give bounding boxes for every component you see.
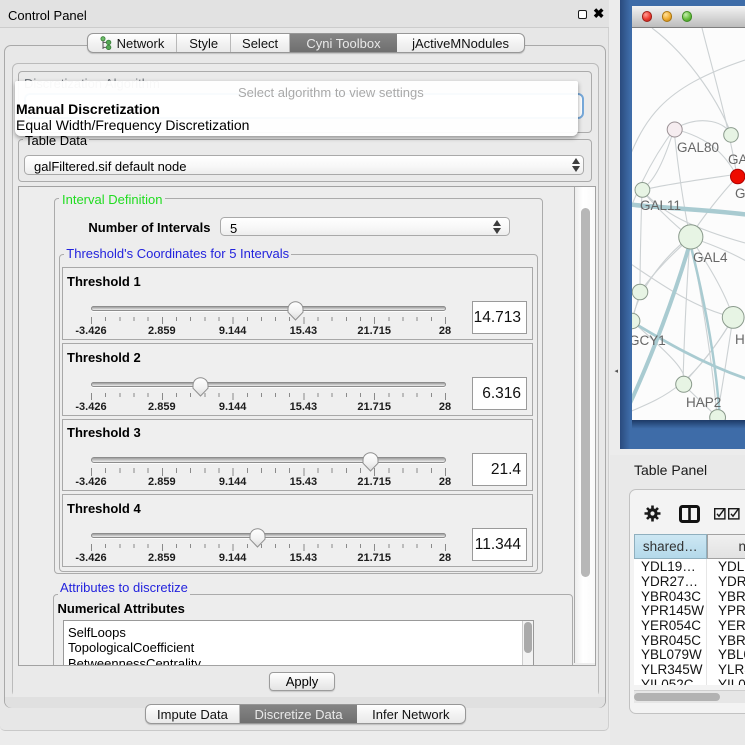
svg-text:HAP2: HAP2 xyxy=(686,395,721,410)
svg-text:GAL4: GAL4 xyxy=(693,250,728,265)
svg-text:GAL80: GAL80 xyxy=(677,140,719,155)
svg-text:H: H xyxy=(735,332,745,347)
svg-text:GA: GA xyxy=(728,152,745,167)
svg-text:G: G xyxy=(735,186,745,201)
svg-text:GAL11: GAL11 xyxy=(640,198,681,213)
svg-text:GCY1: GCY1 xyxy=(632,333,666,348)
